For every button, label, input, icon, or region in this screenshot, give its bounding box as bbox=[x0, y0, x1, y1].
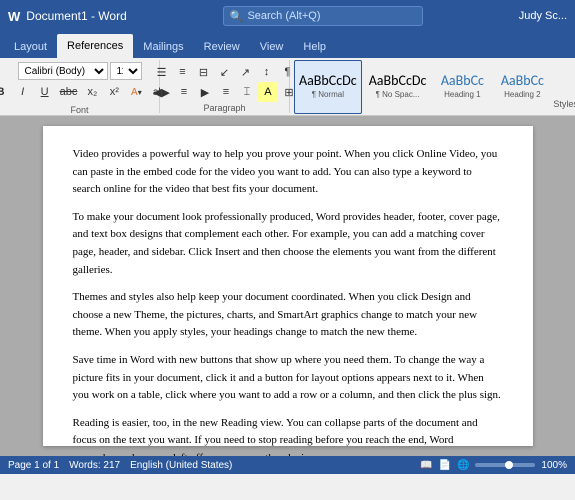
view-mode-print[interactable]: 📄 bbox=[439, 460, 451, 471]
underline-button[interactable]: U bbox=[35, 82, 55, 102]
search-box[interactable]: 🔍 Search (Alt+Q) bbox=[223, 6, 423, 26]
status-right: 📖 📄 🌐 100% bbox=[420, 460, 567, 471]
zoom-thumb bbox=[505, 461, 513, 469]
view-mode-web[interactable]: 🌐 bbox=[457, 460, 469, 471]
sort-button[interactable]: ↕ bbox=[257, 62, 277, 82]
style-heading1-button[interactable]: AaBbCc Heading 1 bbox=[433, 60, 491, 114]
style-no-spacing-button[interactable]: AaBbCcDc ¶ No Spac... bbox=[364, 60, 432, 114]
zoom-slider[interactable] bbox=[475, 463, 535, 467]
style-heading2-button[interactable]: AaBbCc Heading 2 bbox=[493, 60, 551, 114]
line-spacing-button[interactable]: ⌶ bbox=[237, 82, 257, 102]
view-mode-read[interactable]: 📖 bbox=[420, 460, 432, 471]
document-page[interactable]: Video provides a powerful way to help yo… bbox=[43, 126, 533, 446]
language-indicator: English (United States) bbox=[130, 460, 232, 471]
align-center-button[interactable]: ≡ bbox=[174, 82, 194, 102]
italic-button[interactable]: I bbox=[13, 82, 33, 102]
paragraph-buttons-row2: ◀▶ ≡ ▶ ≡ ⌶ A ⊞ bbox=[150, 82, 299, 102]
font-row-1: Calibri (Body) 11 bbox=[18, 62, 142, 80]
status-bar: Page 1 of 1 Words: 217 English (United S… bbox=[0, 456, 575, 474]
paragraph-3: Themes and styles also help keep your do… bbox=[73, 289, 503, 342]
normal-style-label: ¶ Normal bbox=[312, 90, 344, 99]
paragraph-buttons-row1: ☰ ≡ ⊟ ↙ ↗ ↕ ¶ bbox=[152, 62, 298, 82]
decrease-indent-button[interactable]: ↙ bbox=[215, 62, 235, 82]
page-indicator: Page 1 of 1 bbox=[8, 460, 59, 471]
paragraph-1: Video provides a powerful way to help yo… bbox=[73, 146, 503, 199]
justify-button[interactable]: ≡ bbox=[216, 82, 236, 102]
heading2-style-preview: AaBbCc bbox=[501, 74, 544, 88]
paragraph-group: ☰ ≡ ⊟ ↙ ↗ ↕ ¶ ◀▶ ≡ ▶ ≡ ⌶ A ⊞ Paragraph bbox=[160, 60, 290, 113]
no-spacing-style-label: ¶ No Spac... bbox=[376, 90, 420, 99]
title-bar-center: 🔍 Search (Alt+Q) bbox=[127, 6, 519, 26]
paragraph-4: Save time in Word with new buttons that … bbox=[73, 352, 503, 405]
heading1-style-label: Heading 1 bbox=[444, 90, 480, 99]
tab-layout[interactable]: Layout bbox=[4, 36, 57, 58]
increase-indent-button[interactable]: ↗ bbox=[236, 62, 256, 82]
multilevel-button[interactable]: ⊟ bbox=[194, 62, 214, 82]
heading2-style-label: Heading 2 bbox=[504, 90, 540, 99]
strikethrough-button[interactable]: abc bbox=[57, 82, 81, 102]
search-placeholder: Search (Alt+Q) bbox=[247, 10, 320, 22]
tab-references[interactable]: References bbox=[57, 34, 133, 58]
shading-button[interactable]: A bbox=[258, 82, 278, 102]
align-right-button[interactable]: ▶ bbox=[195, 82, 215, 102]
title-bar: W Document1 - Word 🔍 Search (Alt+Q) Judy… bbox=[0, 0, 575, 32]
subscript-button[interactable]: x₂ bbox=[82, 82, 102, 102]
paragraph-2: To make your document look professionall… bbox=[73, 209, 503, 279]
heading1-style-preview: AaBbCc bbox=[441, 74, 484, 88]
numbering-button[interactable]: ≡ bbox=[173, 62, 193, 82]
tab-mailings[interactable]: Mailings bbox=[133, 36, 193, 58]
superscript-button[interactable]: x² bbox=[104, 82, 124, 102]
tab-view[interactable]: View bbox=[250, 36, 294, 58]
search-icon: 🔍 bbox=[230, 10, 244, 23]
bold-button[interactable]: B bbox=[0, 82, 11, 102]
paragraph-group-label: Paragraph bbox=[203, 103, 245, 113]
styles-group: AaBbCcDc ¶ Normal AaBbCcDc ¶ No Spac... … bbox=[290, 60, 575, 113]
doc-title: Document1 - Word bbox=[26, 9, 126, 23]
font-color-button[interactable]: A▾ bbox=[126, 82, 146, 102]
no-spacing-style-preview: AaBbCcDc bbox=[369, 74, 427, 88]
document-area: Video provides a powerful way to help yo… bbox=[0, 116, 575, 456]
user-name: Judy Sc... bbox=[519, 10, 567, 22]
tab-help[interactable]: Help bbox=[293, 36, 336, 58]
title-bar-left: W Document1 - Word bbox=[8, 9, 127, 24]
paragraph-5: Reading is easier, too, in the new Readi… bbox=[73, 415, 503, 456]
word-icon: W bbox=[8, 9, 20, 24]
font-row-2: B I U abc x₂ x² A▾ ab bbox=[0, 82, 168, 102]
styles-group-label: Styles bbox=[553, 99, 575, 111]
zoom-level: 100% bbox=[541, 460, 567, 471]
tab-bar: Layout References Mailings Review View H… bbox=[0, 32, 575, 58]
normal-style-preview: AaBbCcDc bbox=[299, 74, 357, 88]
bullets-button[interactable]: ☰ bbox=[152, 62, 172, 82]
ribbon: Calibri (Body) 11 B I U abc x₂ x² A▾ ab … bbox=[0, 58, 575, 116]
font-family-select[interactable]: Calibri (Body) bbox=[18, 62, 108, 80]
font-group: Calibri (Body) 11 B I U abc x₂ x² A▾ ab … bbox=[0, 60, 160, 113]
tab-review[interactable]: Review bbox=[194, 36, 250, 58]
word-count: Words: 217 bbox=[69, 460, 120, 471]
font-group-label: Font bbox=[70, 105, 88, 115]
font-size-select[interactable]: 11 bbox=[110, 62, 142, 80]
align-left-button[interactable]: ◀▶ bbox=[150, 82, 173, 102]
style-normal-button[interactable]: AaBbCcDc ¶ Normal bbox=[294, 60, 362, 114]
